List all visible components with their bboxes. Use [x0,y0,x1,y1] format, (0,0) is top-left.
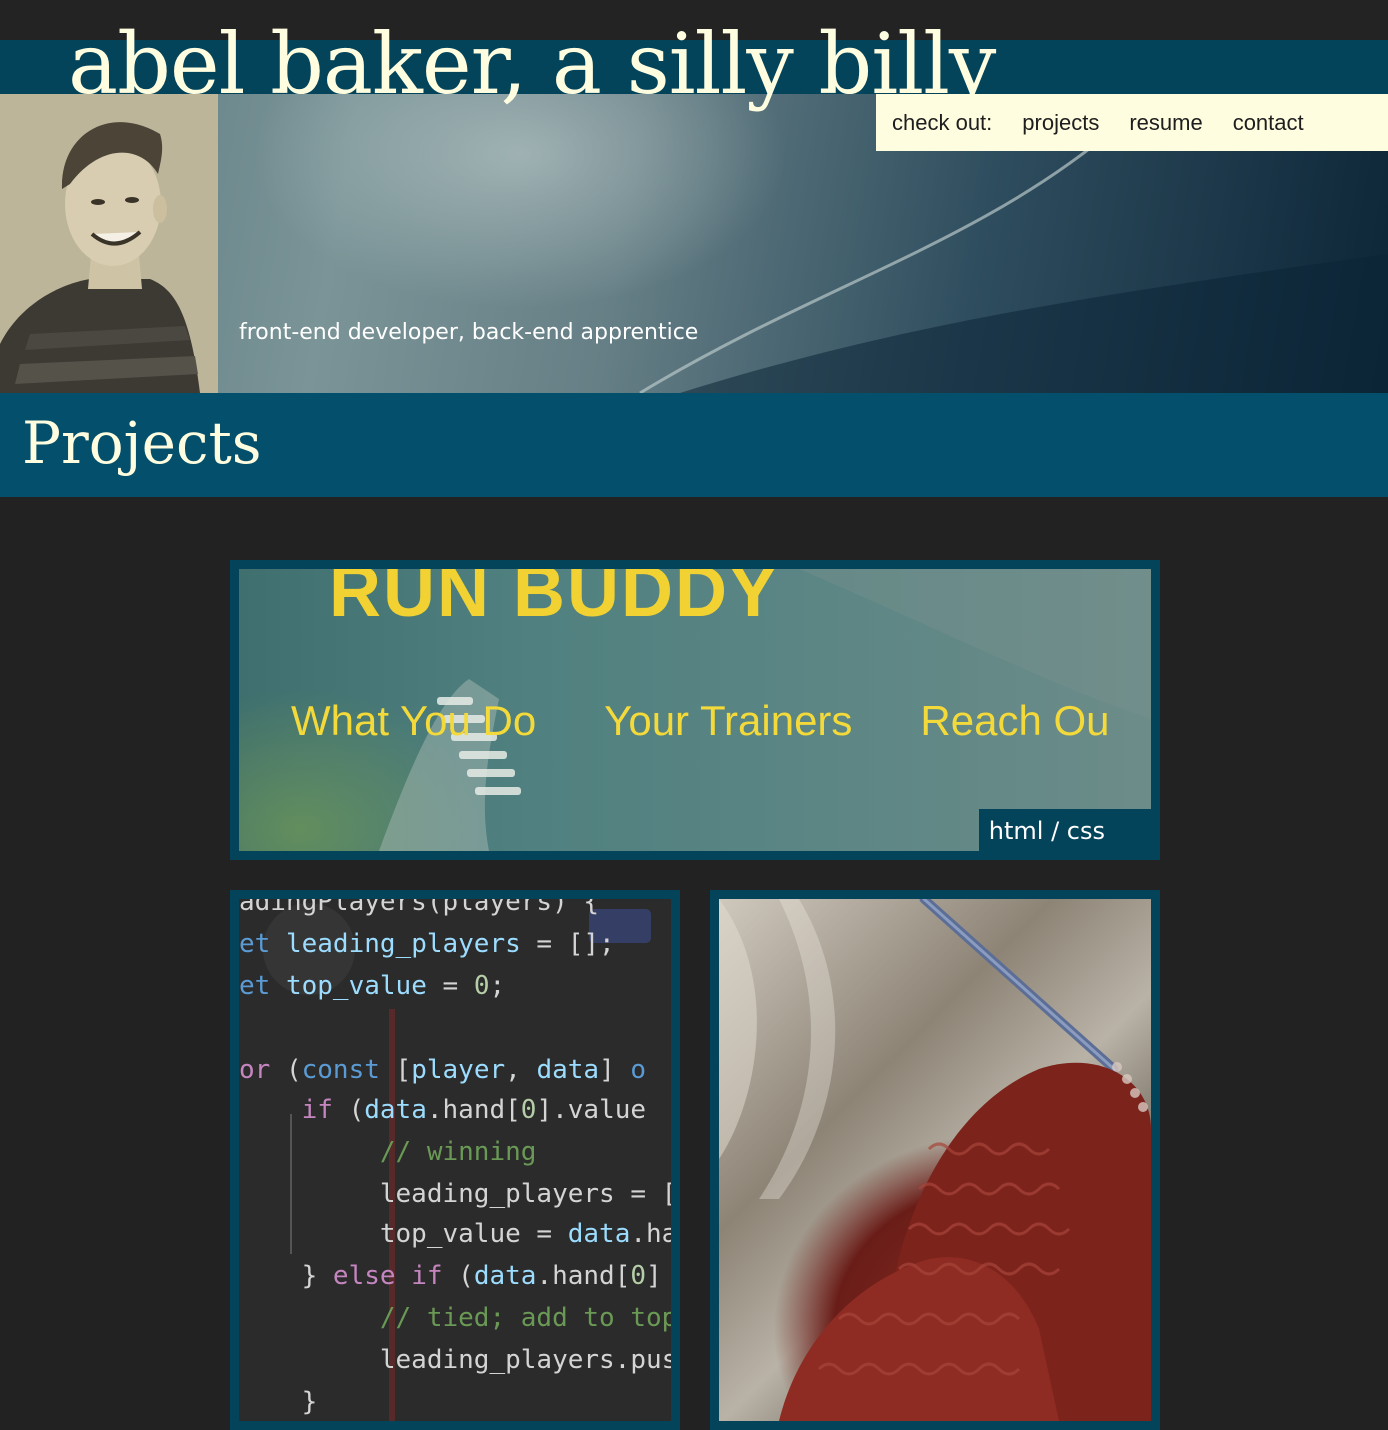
project-screenshot-knitting [719,899,1151,1421]
code-line: adingPlayers(players) { [239,899,600,917]
code-line: leading_players.pus [239,1345,671,1375]
portrait-illustration [0,94,218,393]
knitting-illustration [719,899,1151,1421]
projects-heading: Projects [22,409,262,477]
code-line: if (data.hand[0].value [301,1095,647,1125]
run-buddy-nav-item: What You Do [291,697,537,744]
run-buddy-logo-text: RUN BUDDY [329,569,779,632]
code-line: et top_value = 0; [239,971,506,1001]
nav-link-resume[interactable]: resume [1129,110,1202,136]
tagline: front-end developer, back-end apprentice [239,320,699,345]
code-line: et leading_players = []; [239,929,615,959]
nav-link-projects[interactable]: projects [1022,110,1099,136]
run-buddy-nav-item: Your Trainers [604,697,853,744]
project-tech-label: html / css [978,809,1151,851]
site-title: abel baker, a silly billy [68,15,996,113]
code-line: leading_players = [ [239,1179,671,1209]
projects-banner: Projects [0,393,1388,497]
code-line: // winning [379,1137,537,1167]
code-line: top_value = data.ha [239,1219,671,1249]
run-buddy-nav: What You Do Your Trainers Reach Ou [291,697,1151,745]
project-card-run-buddy[interactable]: RUN BUDDY What You Do Your Trainers Reac… [230,560,1160,860]
nav-prefix: check out: [892,109,993,135]
project-card-code[interactable]: adingPlayers(players) { et leading_playe… [230,890,680,1430]
profile-photo [0,94,218,393]
code-line: or (const [player, data] o [239,1055,647,1085]
project-screenshot-code: adingPlayers(players) { et leading_playe… [239,899,671,1421]
code-line: } else if (data.hand[0] [239,1261,662,1291]
project-card-knitting[interactable] [710,890,1160,1430]
code-line: // tied; add to top [379,1303,671,1333]
run-buddy-nav-item: Reach Ou [920,697,1110,744]
top-nav: check out: projects resume contact [876,94,1388,151]
code-line: } [239,1387,318,1417]
nav-link-contact[interactable]: contact [1233,110,1304,136]
